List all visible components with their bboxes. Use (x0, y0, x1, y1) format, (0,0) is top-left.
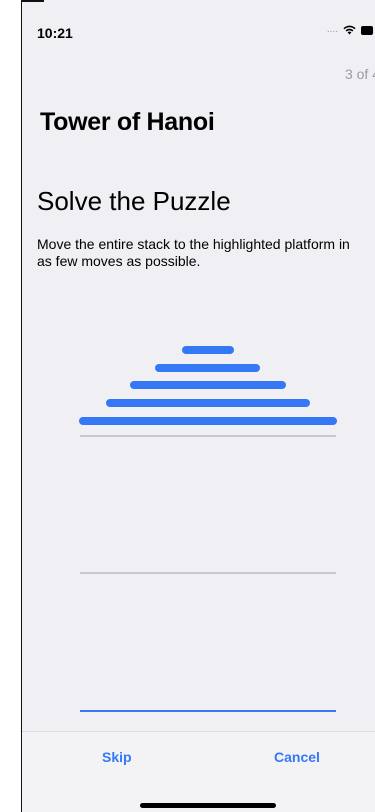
platform-2[interactable] (80, 572, 336, 574)
skip-button[interactable]: Skip (102, 749, 132, 765)
page-title: Tower of Hanoi (40, 108, 215, 136)
wifi-icon (343, 25, 356, 35)
status-indicators: .... (327, 25, 373, 35)
bottom-toolbar: Skip Cancel (22, 731, 375, 812)
step-subtitle: Solve the Puzzle (37, 186, 231, 216)
platform-1[interactable] (80, 435, 336, 437)
onboarding-screen: 10:21 .... 3 of 4 Tower of Hanoi Solve t… (21, 0, 375, 812)
battery-icon (361, 25, 373, 35)
frame-corner (22, 0, 44, 2)
disc-5[interactable] (79, 417, 337, 425)
disc-4[interactable] (106, 399, 310, 407)
page-counter: 3 of 4 (344, 66, 375, 82)
disc-3[interactable] (130, 381, 286, 389)
signal-icon: .... (326, 24, 338, 35)
cancel-button[interactable]: Cancel (274, 749, 320, 765)
platform-3-highlighted[interactable] (80, 710, 336, 712)
step-description: Move the entire stack to the highlighted… (37, 236, 350, 269)
status-time: 10:21 (37, 25, 73, 41)
home-indicator[interactable] (140, 803, 276, 808)
disc-2[interactable] (155, 364, 260, 372)
disc-1[interactable] (182, 346, 234, 354)
